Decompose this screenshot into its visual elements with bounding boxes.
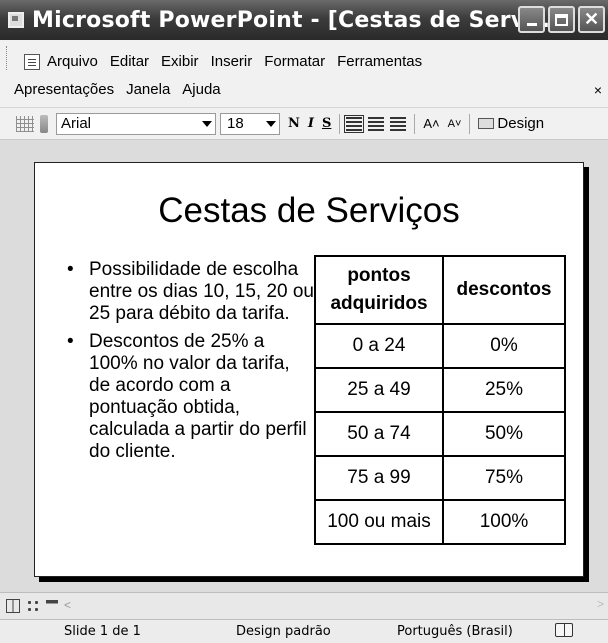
table-row: 0 a 24 0% [314,323,566,369]
table-cell: 100% [442,499,566,545]
document-icon[interactable] [24,53,40,70]
font-size-value: 18 [227,115,244,132]
table-cell: 0% [442,323,566,369]
menu-grip[interactable] [6,46,9,70]
menu-ajuda[interactable]: Ajuda [182,81,220,98]
table-cell: 25% [442,367,566,413]
menu-apresentacoes[interactable]: Apresentações [14,81,114,98]
discount-table[interactable]: pontos adquiridos descontos 0 a 24 0% 25… [314,255,566,545]
maximize-button[interactable] [548,6,575,33]
slideshow-icon[interactable] [46,600,58,612]
slide-sorter-icon[interactable] [26,599,40,613]
status-bar: Slide 1 de 1 Design padrão Português (Br… [0,619,608,643]
chevron-down-icon [202,120,212,127]
table-cell: 75% [442,455,566,501]
close-document-icon[interactable]: × [594,82,602,98]
design-label: Design [497,115,545,132]
toolbar-options-icon[interactable] [40,114,48,133]
menu-inserir[interactable]: Inserir [211,53,253,70]
slide-workspace: Cestas de Serviços Possibilidade de esco… [0,140,608,592]
bullet-item: Descontos de 25% a 100% no valor da tari… [59,331,314,463]
close-window-button[interactable]: ✕ [578,6,605,33]
table-cell: 100 ou mais [314,499,444,545]
align-left-icon[interactable] [344,114,365,133]
slide-canvas[interactable]: Cestas de Serviços Possibilidade de esco… [34,162,584,577]
status-slide-number: Slide 1 de 1 [64,624,141,639]
normal-view-icon[interactable] [6,599,20,613]
menu-bar: Arquivo Editar Exibir Inserir Formatar F… [0,40,608,108]
chevron-down-icon [266,120,276,127]
table-cell: 50 a 74 [314,411,444,457]
status-design: Design padrão [236,624,331,639]
align-right-icon[interactable] [390,116,407,131]
spellcheck-book-icon[interactable] [555,623,573,637]
table-header-cell: descontos [442,255,566,325]
table-cell: 0 a 24 [314,323,444,369]
powerpoint-app-icon[interactable] [8,12,24,28]
menu-formatar[interactable]: Formatar [264,53,325,70]
bullet-item: Possibilidade de escolha entre os dias 1… [59,259,314,325]
title-bar: Microsoft PowerPoint - [Cestas de Servi.… [0,0,608,40]
table-cell: 25 a 49 [314,367,444,413]
bold-button[interactable]: N [288,116,300,131]
design-button[interactable]: Design [478,115,544,132]
slide-title[interactable]: Cestas de Serviços [35,191,583,231]
scroll-right-icon[interactable]: > [597,597,604,611]
align-center-icon[interactable] [368,116,385,131]
italic-button[interactable]: I [308,116,314,131]
font-size-select[interactable]: 18 [220,112,280,135]
grid-icon[interactable] [16,115,34,132]
minimize-button[interactable] [518,6,545,33]
formatting-toolbar: Arial 18 N I S A˄ A˅ Design [0,108,608,140]
table-row: 25 a 49 25% [314,367,566,413]
table-header-row: pontos adquiridos descontos [314,255,566,325]
table-row: 100 ou mais 100% [314,499,566,545]
bullet-list[interactable]: Possibilidade de escolha entre os dias 1… [59,259,314,469]
menu-arquivo[interactable]: Arquivo [47,53,98,70]
toolbar-separator [469,113,471,134]
table-cell: 50% [442,411,566,457]
table-row: 50 a 74 50% [314,411,566,457]
design-icon [478,118,495,129]
view-bar: < > [0,592,608,619]
menu-editar[interactable]: Editar [110,53,149,70]
window-title: Microsoft PowerPoint - [Cestas de Servi.… [32,7,559,33]
table-header-cell: pontos adquiridos [314,255,444,325]
toolbar-separator [414,113,416,134]
toolbar-separator [339,113,341,134]
menu-ferramentas[interactable]: Ferramentas [337,53,422,70]
status-language: Português (Brasil) [397,624,513,639]
font-name-value: Arial [61,115,92,132]
scroll-left-icon[interactable]: < [64,598,76,614]
decrease-font-button[interactable]: A˅ [448,118,462,130]
underline-button[interactable]: S [322,116,331,131]
increase-font-button[interactable]: A˄ [423,116,439,131]
font-name-select[interactable]: Arial [56,112,216,135]
table-cell: 75 a 99 [314,455,444,501]
menu-janela[interactable]: Janela [126,81,170,98]
table-row: 75 a 99 75% [314,455,566,501]
menu-exibir[interactable]: Exibir [161,53,199,70]
window-controls: ✕ [518,6,605,33]
